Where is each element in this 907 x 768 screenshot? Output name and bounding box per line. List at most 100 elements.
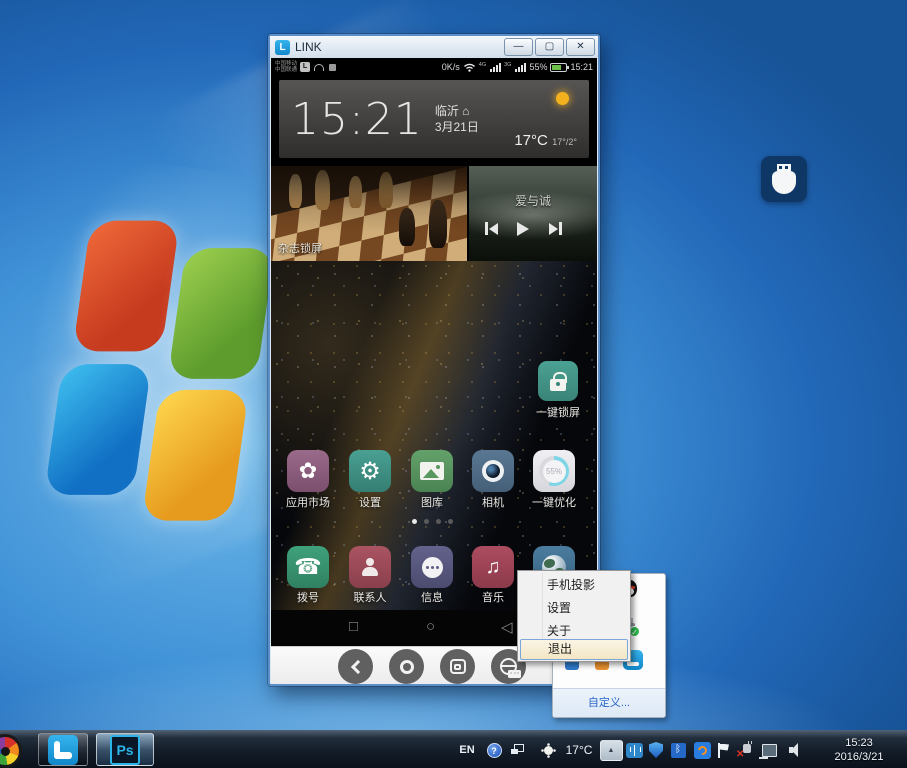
person-icon	[361, 558, 379, 576]
help-tray-icon[interactable]: ?	[484, 731, 504, 768]
security-shield-tray-icon[interactable]	[646, 731, 666, 768]
restore-button[interactable]: ▢	[535, 38, 564, 56]
volume-tray-icon[interactable]	[784, 731, 808, 768]
usb-tray-icon[interactable]	[624, 731, 644, 768]
link-logo-icon: L	[275, 40, 290, 55]
recents-hint-icon[interactable]: □	[349, 618, 358, 635]
customize-link[interactable]: 自定义...	[553, 688, 665, 717]
picture-icon	[420, 462, 444, 480]
clock-date: 2016/3/21	[835, 750, 884, 764]
signal-bars-icon	[490, 63, 501, 72]
music-note-icon: ♫	[486, 556, 501, 579]
temperature-readout: 17°C	[561, 731, 597, 768]
sun-icon	[544, 746, 553, 755]
taskbar-photoshop-button[interactable]: Ps	[96, 733, 154, 766]
link-context-menu: 手机投影 设置 关于 退出	[517, 570, 631, 662]
usb-notch	[785, 166, 788, 169]
link-notification-icon: L	[300, 62, 310, 72]
plug-icon: ✕	[737, 742, 753, 758]
home-icon: ⌂	[462, 104, 469, 118]
action-center-tray-icon[interactable]	[713, 731, 733, 768]
one-key-lock-label: 一键锁屏	[522, 404, 594, 420]
magazine-widget[interactable]: 杂志锁屏	[271, 166, 467, 261]
menu-item-exit[interactable]: 退出	[520, 639, 628, 660]
window-titlebar[interactable]: L LINK — ▢ ✕	[270, 36, 598, 58]
dialer-app-icon[interactable]: ☎	[287, 546, 329, 588]
start-launcher-icon[interactable]	[0, 734, 22, 768]
magazine-label: 杂志锁屏	[278, 240, 322, 256]
windows-flag-logo	[48, 214, 278, 538]
vpn-icon	[329, 64, 336, 71]
sunny-weather-icon	[556, 92, 569, 105]
keyboard-icon	[508, 670, 521, 678]
menu-item-settings[interactable]: 设置	[520, 597, 628, 619]
gear-icon: ⚙	[359, 457, 381, 486]
shield-icon	[649, 742, 663, 758]
previous-track-button[interactable]	[485, 222, 498, 235]
net-type-4g: 4G	[479, 62, 486, 68]
recents-button[interactable]	[440, 649, 475, 684]
padlock-icon	[550, 379, 566, 391]
taskbar: Ps EN ? 17°C ▲ ᛒ ✕ 15:23 2016/3/21	[0, 730, 907, 768]
optimizer-app-icon[interactable]: 55%	[533, 450, 575, 492]
taskbar-link-button[interactable]	[38, 733, 88, 766]
music-widget[interactable]: 爱与诚	[469, 166, 597, 261]
taskbar-clock[interactable]: 15:23 2016/3/21	[815, 731, 903, 768]
contacts-app-icon[interactable]	[349, 546, 391, 588]
optimize-progress-ring: 55%	[539, 456, 569, 486]
music-app-icon[interactable]: ♫	[472, 546, 514, 588]
optimize-percent: 55%	[543, 460, 566, 483]
home-button[interactable]	[389, 649, 424, 684]
usb-icon	[626, 743, 643, 758]
flag-red-panel	[73, 221, 180, 352]
usb-notch	[779, 166, 782, 169]
photoshop-icon: Ps	[110, 735, 140, 765]
flag-icon	[716, 743, 730, 758]
chevron-left-icon	[350, 659, 364, 673]
power-tray-icon[interactable]: ✕	[734, 731, 756, 768]
chat-bubble-icon	[422, 557, 443, 578]
menu-item-projection[interactable]: 手机投影	[520, 574, 628, 596]
error-x-icon: ✕	[736, 749, 744, 760]
window-switch-tray-icon[interactable]	[507, 731, 527, 768]
caret-up-icon: ▲	[600, 740, 623, 761]
phone-mirror-screen[interactable]: 中国移动 中国联通 L 0K/s 4G 3G	[271, 58, 597, 646]
settings-app-icon[interactable]: ⚙	[349, 450, 391, 492]
network-tray-icon[interactable]	[757, 731, 781, 768]
play-button[interactable]	[517, 222, 529, 236]
language-indicator[interactable]: EN	[455, 731, 479, 768]
show-hidden-icons-button[interactable]: ▲	[598, 731, 624, 768]
phone-status-bar: 中国移动 中国联通 L 0K/s 4G 3G	[271, 58, 597, 76]
battery-icon	[550, 63, 567, 72]
gallery-app-icon[interactable]	[411, 450, 453, 492]
carrier-b: 中国联通	[275, 67, 297, 73]
widget-city: 临沂	[435, 104, 459, 118]
messages-app-icon[interactable]	[411, 546, 453, 588]
close-button[interactable]: ✕	[566, 38, 595, 56]
download-manager-tray-icon[interactable]	[691, 731, 713, 768]
usb-connect-icon[interactable]	[761, 156, 807, 202]
one-key-lock-icon[interactable]	[538, 361, 578, 401]
flag-yellow-panel	[142, 390, 249, 521]
back-hint-icon[interactable]: ◁	[501, 618, 513, 636]
bluetooth-tray-icon[interactable]: ᛒ	[668, 731, 688, 768]
windows-icon	[511, 744, 524, 757]
app-market-icon[interactable]: ✿	[287, 450, 329, 492]
home-hint-icon[interactable]: ○	[426, 618, 435, 635]
weather-tray-icon[interactable]	[536, 731, 560, 768]
network-icon	[762, 744, 777, 757]
link-app-icon	[48, 735, 78, 765]
back-button[interactable]	[338, 649, 373, 684]
widget-temp: 17°C	[514, 132, 548, 149]
recents-icon	[450, 659, 466, 674]
desktop: L LINK — ▢ ✕ 中国移动 中国联通 L 0K/s	[0, 0, 907, 768]
widget-date: 3月21日	[435, 119, 479, 135]
next-track-button[interactable]	[549, 222, 562, 235]
minimize-button[interactable]: —	[504, 38, 533, 56]
signal-bars-icon	[515, 63, 526, 72]
home-ring-icon	[400, 660, 414, 674]
widget-time: 15:21	[291, 94, 423, 145]
clock-weather-widget[interactable]: 15:21 临沂 ⌂ 3月21日 17°C 17°/2°	[279, 80, 589, 158]
song-title: 爱与诚	[469, 192, 597, 209]
camera-app-icon[interactable]	[472, 450, 514, 492]
